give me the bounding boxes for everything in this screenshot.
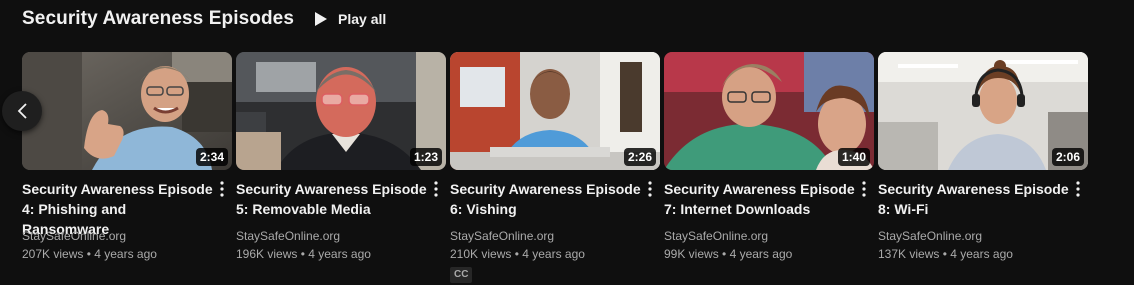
video-stats: 196K views • 4 years ago [236,245,428,263]
video-meta: Security Awareness Episode 4: Phishing a… [22,170,232,263]
video-thumbnail[interactable]: 1:40 [664,52,874,170]
video-stats: 207K views • 4 years ago [22,245,214,263]
video-stats: 210K views • 4 years ago [450,245,642,263]
video-title[interactable]: Security Awareness Episode 8: Wi-Fi [878,179,1070,219]
channel-name[interactable]: StaySafeOnline.org [236,227,428,245]
upload-age: 4 years ago [950,247,1013,261]
view-count: 137K views [878,247,940,261]
view-count: 99K views [664,247,719,261]
video-card[interactable]: 1:40 Security Awareness Episode 7: Inter… [664,52,874,283]
video-row: 2:34 Security Awareness Episode 4: Phish… [22,52,1092,283]
upload-age: 4 years ago [94,247,157,261]
duration-badge: 2:26 [623,148,656,166]
video-thumbnail[interactable]: 2:06 [878,52,1088,170]
video-title[interactable]: Security Awareness Episode 7: Internet D… [664,179,856,219]
stats-separator: • [511,247,523,261]
duration-badge: 2:06 [1051,148,1084,166]
play-icon [314,11,328,27]
view-count: 210K views [450,247,512,261]
upload-age: 4 years ago [308,247,371,261]
more-vert-icon[interactable] [1068,179,1088,199]
upload-age: 4 years ago [522,247,585,261]
play-all-label: Play all [338,11,387,27]
channel-name[interactable]: StaySafeOnline.org [664,227,856,245]
view-count: 196K views [236,247,298,261]
video-meta: Security Awareness Episode 7: Internet D… [664,170,874,263]
video-card[interactable]: 2:26 Security Awareness Episode 6: Vishi… [450,52,660,283]
channel-name[interactable]: StaySafeOnline.org [878,227,1070,245]
video-title[interactable]: Security Awareness Episode 4: Phishing a… [22,179,214,237]
channel-name[interactable]: StaySafeOnline.org [22,227,214,245]
channel-name[interactable]: StaySafeOnline.org [450,227,642,245]
scroll-left-button[interactable] [2,91,42,131]
video-thumbnail[interactable]: 2:34 [22,52,232,170]
video-card[interactable]: 1:23 Security Awareness Episode 5: Remov… [236,52,446,283]
more-vert-icon[interactable] [640,179,660,199]
video-title[interactable]: Security Awareness Episode 5: Removable … [236,179,428,219]
video-thumbnail[interactable]: 2:26 [450,52,660,170]
video-title[interactable]: Security Awareness Episode 6: Vishing [450,179,642,219]
upload-age: 4 years ago [729,247,793,261]
more-vert-icon[interactable] [426,179,446,199]
video-shelf: Security Awareness Episodes Play all 2:3… [0,0,1134,285]
video-thumbnail[interactable]: 1:23 [236,52,446,170]
play-all-button[interactable]: Play all [314,11,386,27]
duration-badge: 1:23 [409,148,442,166]
stats-separator: • [83,247,95,261]
stats-separator: • [297,247,309,261]
video-card[interactable]: 2:06 Security Awareness Episode 8: Wi-Fi… [878,52,1088,283]
video-meta: Security Awareness Episode 8: Wi-Fi Stay… [878,170,1088,263]
stats-separator: • [939,247,951,261]
video-meta: Security Awareness Episode 6: Vishing St… [450,170,660,283]
more-vert-icon[interactable] [212,179,232,199]
cc-badge: CC [450,267,473,283]
more-vert-icon[interactable] [854,179,874,199]
duration-badge: 1:40 [837,148,870,166]
shelf-title[interactable]: Security Awareness Episodes [22,8,294,30]
video-card[interactable]: 2:34 Security Awareness Episode 4: Phish… [22,52,232,283]
duration-badge: 2:34 [195,148,228,166]
view-count: 207K views [22,247,84,261]
chevron-left-icon [16,102,28,120]
stats-separator: • [718,247,730,261]
video-stats: 99K views • 4 years ago [664,245,856,263]
video-stats: 137K views • 4 years ago [878,245,1070,263]
shelf-header: Security Awareness Episodes Play all [22,6,386,32]
video-meta: Security Awareness Episode 5: Removable … [236,170,446,263]
